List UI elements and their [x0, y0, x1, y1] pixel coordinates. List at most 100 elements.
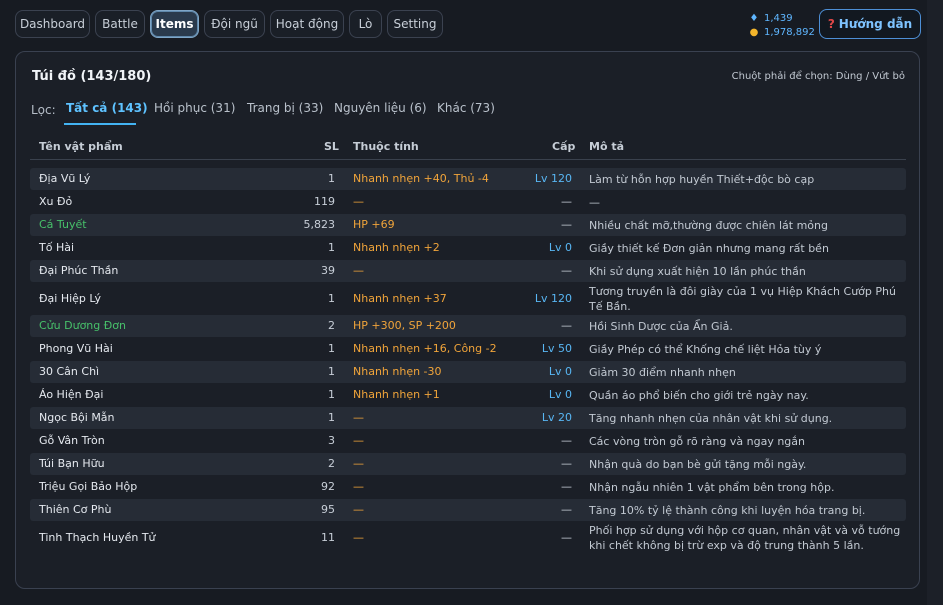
tab-items[interactable]: Items	[150, 10, 199, 38]
item-attributes: Nhanh nhẹn +37	[353, 292, 447, 305]
table-row[interactable]: Đại Hiệp Lý 1 Nhanh nhẹn +37 Lv 120 Tương tr…	[30, 283, 906, 314]
item-qty: 95	[321, 503, 335, 516]
tab-battle[interactable]: Battle	[95, 10, 145, 38]
item-name: Đại Phúc Thần	[39, 264, 119, 277]
item-description: Nhận quà do bạn bè gửi tặng mỗi ngày.	[589, 458, 807, 471]
item-attributes: —	[353, 264, 364, 277]
item-attributes: —	[353, 411, 364, 424]
item-qty: 1	[328, 172, 335, 185]
item-description: Tăng nhanh nhẹn của nhân vật khi sử dụng…	[589, 412, 833, 425]
item-level: Lv 120	[534, 172, 572, 185]
item-level: —	[561, 457, 572, 470]
item-level: —	[561, 503, 572, 516]
coin-icon: ●	[749, 27, 759, 38]
column-header-name[interactable]: Tên vật phẩm	[39, 140, 123, 153]
item-name: Thiên Cơ Phù	[39, 503, 112, 516]
table-row[interactable]: Ngọc Bội Mẫn 1 — Lv 20 Tăng nhanh nhẹn của n…	[30, 407, 906, 429]
table-row[interactable]: Túi Bạn Hữu 2 — — Nhận quà do bạn bè gửi tặn…	[30, 453, 906, 475]
item-name: Địa Vũ Lý	[39, 172, 91, 185]
item-name: Phong Vũ Hài	[39, 342, 113, 355]
item-description: Nhiều chất mỡ,thường được chiên lát mỏng	[589, 219, 828, 232]
right-click-hint: Chuột phải để chọn: Dùng / Vứt bỏ	[731, 71, 905, 82]
item-name: Túi Bạn Hữu	[39, 457, 105, 470]
item-level: Lv 50	[541, 342, 572, 355]
item-name: Tinh Thạch Huyền Tử	[39, 531, 156, 544]
tab-furnace[interactable]: Lò	[349, 10, 382, 38]
item-attributes: Nhanh nhẹn +2	[353, 241, 440, 254]
item-level: —	[561, 195, 572, 208]
column-header-level[interactable]: Cấp	[552, 140, 575, 153]
question-icon: ?	[827, 17, 835, 31]
item-attributes: Nhanh nhẹn +1	[353, 388, 440, 401]
item-level: —	[561, 264, 572, 277]
item-attributes: —	[353, 457, 364, 470]
diamond-icon: ♦	[749, 13, 759, 24]
item-qty: 1	[328, 292, 335, 305]
help-button[interactable]: ? Hướng dẫn	[819, 9, 921, 39]
inventory-panel: Túi đồ (143/180) Chuột phải để chọn: Dùn…	[15, 51, 920, 589]
tab-team[interactable]: Đội ngũ	[204, 10, 265, 38]
item-name: Xu Đỏ	[39, 195, 73, 208]
table-row[interactable]: Tố Hài 1 Nhanh nhẹn +2 Lv 0 Giầy thiết kế Đơ…	[30, 237, 906, 259]
column-header-attr[interactable]: Thuộc tính	[353, 140, 419, 153]
item-level: —	[561, 480, 572, 493]
item-attributes: —	[353, 480, 364, 493]
item-table: Địa Vũ Lý 1 Nhanh nhẹn +40, Thủ -4 Lv 120 Là…	[30, 168, 906, 575]
table-row[interactable]: Áo Hiện Đại 1 Nhanh nhẹn +1 Lv 0 Quần áo phổ…	[30, 384, 906, 406]
item-qty: 1	[328, 241, 335, 254]
table-row[interactable]: Xu Đỏ 119 — — —	[30, 191, 906, 213]
item-description: Khi sử dụng xuất hiện 10 lần phúc thần	[589, 265, 806, 278]
item-description: Giầy thiết kế Đơn giản nhưng mang rất bề…	[589, 242, 829, 255]
item-name: Áo Hiện Đại	[39, 388, 104, 401]
item-qty: 1	[328, 365, 335, 378]
item-name: Tố Hài	[39, 241, 75, 254]
table-row[interactable]: Gỗ Vân Tròn 3 — — Các vòng tròn gỗ rõ ràng v…	[30, 430, 906, 452]
item-qty: 39	[321, 264, 335, 277]
item-qty: 3	[328, 434, 335, 447]
filter-materials[interactable]: Nguyên liệu (6)	[334, 101, 427, 115]
background-page-edge	[927, 0, 943, 605]
item-description: Các vòng tròn gỗ rõ ràng và ngay ngắn	[589, 435, 805, 448]
item-level: Lv 0	[548, 388, 572, 401]
table-row[interactable]: Cửu Dương Đơn 2 HP +300, SP +200 — Hồi Sinh …	[30, 315, 906, 337]
item-description: —	[589, 196, 600, 209]
column-header-qty[interactable]: SL	[324, 140, 339, 153]
item-name: Triệu Gọi Bảo Hộp	[39, 480, 138, 493]
item-level: Lv 120	[534, 292, 572, 305]
item-name: Đại Hiệp Lý	[39, 292, 102, 305]
filter-all[interactable]: Tất cả (143)	[66, 101, 148, 115]
table-row[interactable]: Thiên Cơ Phù 95 — — Tăng 10% tỷ lệ thành côn…	[30, 499, 906, 521]
item-level: —	[561, 319, 572, 332]
column-header-desc[interactable]: Mô tả	[589, 140, 624, 153]
tab-dashboard[interactable]: Dashboard	[15, 10, 90, 38]
header-divider	[30, 159, 906, 160]
filter-equipment[interactable]: Trang bị (33)	[247, 101, 323, 115]
table-row[interactable]: Tinh Thạch Huyền Tử 11 — — Phối hợp sử dụng …	[30, 522, 906, 553]
filter-label: Lọc:	[31, 103, 56, 117]
item-description: Giầy Phép có thể Khống chế liệt Hỏa tùy …	[589, 343, 822, 356]
table-row[interactable]: 30 Cân Chì 1 Nhanh nhẹn -30 Lv 0 Giảm 30 điể…	[30, 361, 906, 383]
item-name: Ngọc Bội Mẫn	[39, 411, 115, 424]
item-level: —	[561, 434, 572, 447]
filter-other[interactable]: Khác (73)	[437, 101, 495, 115]
item-level: —	[561, 218, 572, 231]
item-name: Cửu Dương Đơn	[39, 319, 126, 332]
item-description: Giảm 30 điểm nhanh nhẹn	[589, 366, 736, 379]
panel-title: Túi đồ (143/180)	[32, 69, 152, 84]
table-row[interactable]: Cá Tuyết 5,823 HP +69 — Nhiều chất mỡ,thường…	[30, 214, 906, 236]
item-qty: 119	[314, 195, 335, 208]
table-row[interactable]: Địa Vũ Lý 1 Nhanh nhẹn +40, Thủ -4 Lv 120 Là…	[30, 168, 906, 190]
table-row[interactable]: Phong Vũ Hài 1 Nhanh nhẹn +16, Công -2 Lv 5…	[30, 338, 906, 360]
table-row[interactable]: Đại Phúc Thần 39 — — Khi sử dụng xuất hiện 1…	[30, 260, 906, 282]
gem-balance: ♦ 1,439	[749, 13, 793, 24]
item-attributes: —	[353, 195, 364, 208]
tab-activities[interactable]: Hoạt động	[270, 10, 344, 38]
tab-setting[interactable]: Setting	[387, 10, 443, 38]
filter-recovery[interactable]: Hồi phục (31)	[154, 101, 235, 115]
item-level: Lv 0	[548, 241, 572, 254]
table-row[interactable]: Triệu Gọi Bảo Hộp 92 — — Nhận ngẫu nhiên 1 v…	[30, 476, 906, 498]
item-qty: 5,823	[303, 218, 336, 231]
item-qty: 11	[321, 531, 335, 544]
item-level: Lv 0	[548, 365, 572, 378]
item-description: Tương truyền là đôi giày của 1 vụ Hiệp K…	[589, 285, 896, 313]
